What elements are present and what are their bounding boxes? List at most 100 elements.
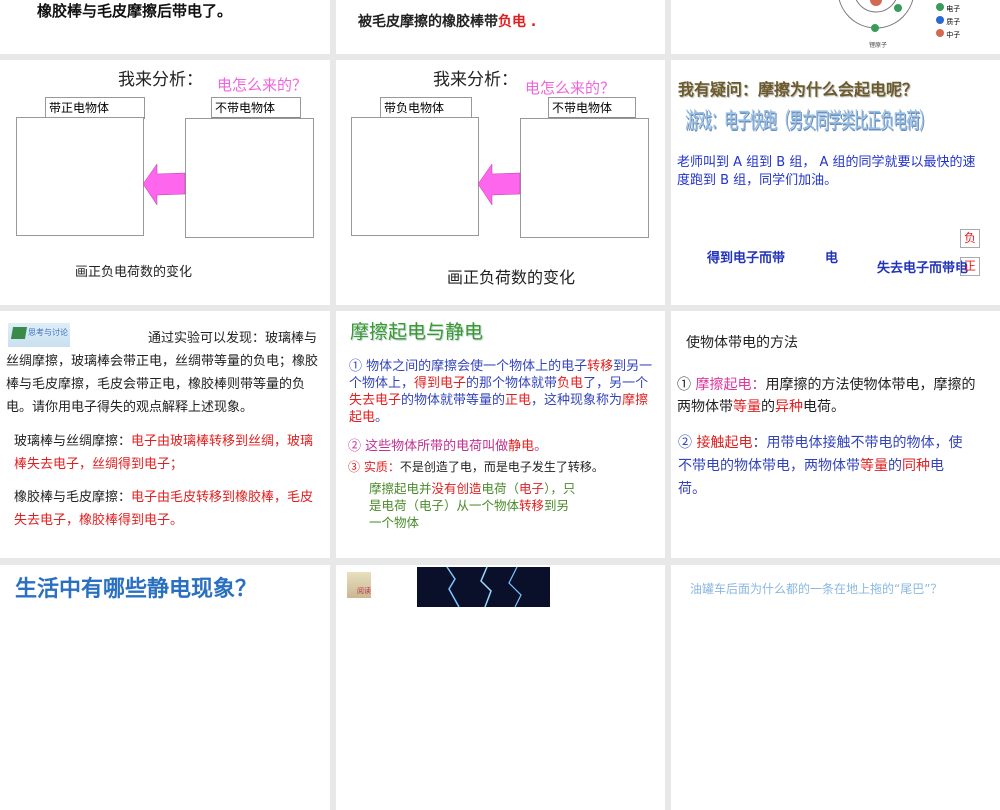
text-segment: ② [678, 435, 697, 451]
text-segment: 的 [888, 458, 902, 474]
label-neutral-object: 不带电物体 [211, 97, 301, 119]
text-segment: 被毛皮摩擦的橡胶棒带 [358, 14, 498, 30]
text-segment: 摩擦起电： [695, 377, 766, 393]
nucleus-icon [870, 0, 882, 6]
electron-icon [894, 4, 902, 12]
left-arrow-icon [478, 164, 521, 206]
label-neutral-object: 不带电物体 [548, 97, 636, 119]
slide-text: 被毛皮摩擦的橡胶棒带负电 . [358, 11, 536, 31]
method-contact: ② 接触起电：用带电体接触不带电的物体，使不带电的物体带电，两物体带等量的同种电… [678, 432, 968, 501]
point-3: ③ 实质：不是创造了电，而是电子发生了转移。 [348, 459, 653, 476]
point-1: ① 物体之间的摩擦会使一个物体上的电子转移到另一个物体上，得到电子的那个物体就带… [349, 358, 654, 426]
game-subtitle: 游戏：电子快跑（男女同学类比正负电荷） [685, 108, 933, 135]
positive-object-box [16, 117, 144, 236]
text-segment: 的物体就带等量的 [401, 393, 506, 408]
text-segment: ③ 实质： [348, 460, 400, 474]
slide-thumbnail-6[interactable]: 我有疑问：摩擦为什么会起电呢？ 游戏：电子快跑（男女同学类比正负电荷） 老师叫到… [671, 60, 1000, 305]
point-3-detail: 摩擦起电并没有创造电荷（电子），只是电荷（电子）从一个物体转移到另一个物体 [369, 480, 579, 531]
left-arrow-icon [143, 164, 186, 206]
slide-text: 橡胶棒与毛皮摩擦后带电了。 [37, 2, 233, 20]
text-segment: 同种 [902, 458, 930, 474]
slide-title: 使物体带电的方法 [686, 335, 798, 351]
gain-electron-text: 得到电子而带 [707, 251, 786, 266]
label-positive-object: 带正电物体 [45, 97, 145, 119]
text-segment: 。 [375, 410, 389, 425]
legend-proton: 质子 [946, 18, 961, 26]
electron-icon [936, 3, 944, 11]
text-segment: 接触起电 [696, 435, 753, 451]
question-text: 电怎么来的？ [217, 76, 308, 94]
slide-thumbnail-11[interactable]: 阅读 [336, 565, 665, 810]
slide-title: 我来分析： [433, 70, 518, 90]
text-segment: 橡胶棒与毛皮摩擦： [14, 490, 132, 505]
text-segment: ② 这些物体所带的电荷叫做 [348, 439, 509, 454]
answer-rubber-fur: 橡胶棒与毛皮摩擦：电子由毛皮转移到橡胶棒，毛皮失去电子，橡胶棒得到电子。 [14, 486, 324, 532]
text-segment: 不是创造了电，而是电子发生了转移。 [399, 460, 604, 474]
slide-thumbnail-7[interactable]: 思考与讨论 通过实验可以发现：玻璃棒与丝绸摩擦，玻璃棒会带正电，丝绸带等量的负电… [0, 311, 330, 558]
discussion-text: 通过实验可以发现：玻璃棒与丝绸摩擦，玻璃棒会带正电，丝绸带等量的负电；橡胶棒与毛… [6, 331, 319, 415]
text-segment: 电荷。 [803, 399, 845, 415]
text-segment: . [526, 14, 537, 30]
legend-electron: 电子 [946, 5, 961, 13]
text-segment: 等量 [860, 458, 888, 474]
slide-caption: 画正负电荷数的变化 [75, 265, 193, 280]
slide-title: 生活中有哪些静电现象？ [15, 577, 258, 602]
slide-thumbnail-8[interactable]: 摩擦起电与静电 ① 物体之间的摩擦会使一个物体上的电子转移到另一个物体上，得到电… [336, 311, 665, 558]
text-segment: 电荷（ [481, 481, 520, 496]
text-segment: ① 物体之间的摩擦会使一个物体上的电子 [349, 359, 588, 374]
text-segment: 转移 [587, 359, 614, 374]
slide-thumbnail-4[interactable]: 我来分析： 电怎么来的？ 带正电物体 不带电物体 画正负电荷数的变化 [0, 60, 330, 305]
legend-neutron: 中子 [946, 31, 961, 39]
electron-icon [871, 24, 879, 32]
text-segment: 正电 [505, 393, 532, 408]
neutral-object-box [520, 118, 649, 238]
text-segment: 。 [534, 439, 548, 454]
text-segment: 的 [761, 399, 775, 415]
slide-caption: 画正负荷数的变化 [447, 268, 576, 287]
text-segment: 玻璃棒与丝绸摩擦： [14, 434, 132, 449]
slide-thumbnail-3[interactable]: 电子 质子 中子 锂原子 [671, 0, 1000, 54]
text-segment: 负电 [557, 376, 584, 391]
game-instructions: 老师叫到 A 组到 B 组， A 组的同学就要以最快的速度跑到 B 组，同学们加… [677, 155, 976, 188]
text-segment: 静电 [508, 439, 535, 454]
negative-charge-card[interactable]: 负 [960, 229, 980, 248]
text-segment: 了，另一个 [583, 376, 649, 391]
slide-thumbnail-12[interactable]: 油罐车后面为什么都的一条在地上拖的“尾巴”？ [671, 565, 1000, 810]
slide-title: 油罐车后面为什么都的一条在地上拖的“尾巴”？ [690, 582, 943, 596]
slide-thumbnail-10[interactable]: 生活中有哪些静电现象？ [0, 565, 330, 810]
text-segment: 的那个物体就带 [466, 376, 558, 391]
slide-thumbnail-9[interactable]: 使物体带电的方法 ① 摩擦起电：用摩擦的方法使物体带电，摩擦的两物体带等量的异种… [671, 311, 1000, 558]
icon-label: 阅读 [357, 587, 371, 595]
slide-thumbnail-2[interactable]: 被毛皮摩擦的橡胶棒带负电 . [336, 0, 665, 54]
atom-label: 锂原子 [869, 42, 888, 49]
gain-electron-tail: 电 [825, 251, 839, 266]
text-segment: ① [677, 377, 696, 393]
negative-object-box [351, 117, 479, 236]
lightning-image [417, 567, 550, 607]
label-negative-object: 带负电物体 [380, 97, 472, 119]
slide-thumbnail-5[interactable]: 我来分析： 电怎么来的？ 带负电物体 不带电物体 画正负荷数的变化 [336, 60, 665, 305]
question-text: 电怎么来的？ [525, 79, 616, 97]
slide-title: 摩擦起电与静电 [350, 321, 484, 343]
text-segment: ，这种现象称为 [531, 393, 623, 408]
method-friction: ① 摩擦起电：用摩擦的方法使物体带电，摩擦的两物体带等量的异种电荷。 [677, 374, 977, 418]
atom-legend: 电子 质子 中子 [936, 3, 960, 42]
slide-thumbnail-1[interactable]: 橡胶棒与毛皮摩擦后带电了。 [0, 0, 330, 54]
neutron-icon [936, 29, 944, 37]
neutral-object-box [185, 118, 314, 238]
answer-glass-silk: 玻璃棒与丝绸摩擦：电子由玻璃棒转移到丝绸，玻璃棒失去电子，丝绸得到电子； [14, 430, 324, 476]
text-segment: 异种 [775, 399, 803, 415]
point-2: ② 这些物体所带的电荷叫做静电。 [348, 438, 653, 455]
reading-icon: 阅读 [347, 572, 371, 598]
lose-electron-text: 失去电子而带电 [877, 261, 969, 276]
text-segment: 得到电子 [414, 376, 467, 391]
text-segment: 摩擦起电并 [369, 481, 432, 496]
positive-charge-card[interactable]: 正 [960, 257, 980, 276]
proton-icon [936, 16, 944, 24]
text-segment: 电子 [519, 481, 545, 496]
text-segment: 负电 [498, 14, 526, 30]
text-segment: 失去电子 [349, 393, 402, 408]
text-segment: 没有创造 [431, 481, 482, 496]
text-segment: 等量 [733, 399, 761, 415]
text-segment: 转移 [519, 498, 545, 513]
